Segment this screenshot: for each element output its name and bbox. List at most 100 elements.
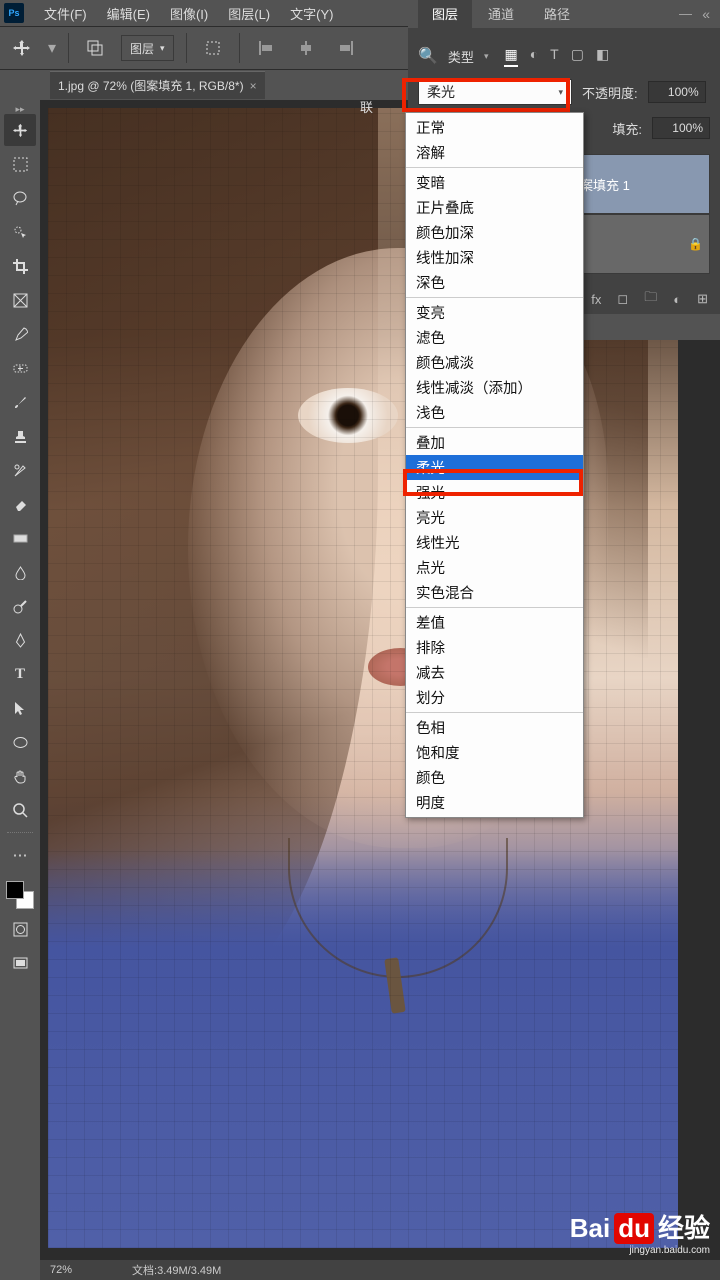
blend-mode-option[interactable]: 色相 (406, 715, 583, 740)
frame-tool[interactable] (4, 284, 36, 316)
quick-select-tool[interactable] (4, 216, 36, 248)
new-layer-icon[interactable]: ⊞ (697, 291, 708, 307)
lock-icon: 🔒 (688, 237, 703, 251)
app-logo: Ps (4, 3, 24, 23)
opacity-input[interactable] (648, 81, 706, 103)
type-tool[interactable]: T (4, 658, 36, 690)
eyedropper-tool[interactable] (4, 318, 36, 350)
separator (239, 33, 240, 63)
blend-mode-option[interactable]: 叠加 (406, 430, 583, 455)
blend-mode-option[interactable]: 柔光 (406, 455, 583, 480)
blend-mode-option[interactable]: 减去 (406, 660, 583, 685)
blend-mode-option[interactable]: 强光 (406, 480, 583, 505)
blend-mode-option[interactable]: 深色 (406, 270, 583, 295)
gradient-tool[interactable] (4, 522, 36, 554)
blend-mode-option[interactable]: 线性加深 (406, 245, 583, 270)
blend-mode-option[interactable]: 亮光 (406, 505, 583, 530)
pen-tool[interactable] (4, 624, 36, 656)
filter-type-icon[interactable]: T (550, 46, 559, 67)
dodge-tool[interactable] (4, 590, 36, 622)
auto-select-icon[interactable] (81, 34, 109, 62)
screen-mode-icon[interactable] (4, 947, 36, 979)
transform-controls-icon[interactable] (199, 34, 227, 62)
crop-tool[interactable] (4, 250, 36, 282)
blend-mode-option[interactable]: 颜色加深 (406, 220, 583, 245)
menu-item[interactable]: 文件(F) (34, 4, 97, 23)
quick-mask-icon[interactable] (4, 913, 36, 945)
filter-adjust-icon[interactable]: ◐ (530, 46, 538, 67)
zoom-level[interactable]: 72% (50, 1264, 72, 1276)
layer-select-dropdown[interactable]: 图层 ▾ (121, 35, 174, 61)
blend-mode-option[interactable]: 溶解 (406, 140, 583, 165)
separator (186, 33, 187, 63)
panel-tabs: 图层 通道 路径 (408, 0, 720, 28)
align-left-icon[interactable] (252, 34, 280, 62)
brush-tool[interactable] (4, 386, 36, 418)
close-icon[interactable]: × (250, 79, 257, 93)
layer-style-icon[interactable]: fx (591, 292, 601, 307)
menu-item[interactable]: 文字(Y) (280, 4, 343, 23)
move-tool[interactable] (4, 114, 36, 146)
blend-mode-select[interactable]: 柔光 ▾ (418, 79, 572, 105)
edit-toolbar-icon[interactable]: ⋯ (4, 839, 36, 871)
blend-mode-option[interactable]: 排除 (406, 635, 583, 660)
path-select-tool[interactable] (4, 692, 36, 724)
new-group-icon[interactable]: 🗀 (644, 288, 657, 310)
tab-channels[interactable]: 通道 (474, 0, 528, 28)
panel-minimize-icon[interactable]: — (679, 6, 692, 21)
history-brush-tool[interactable] (4, 454, 36, 486)
color-swatches[interactable] (4, 879, 36, 911)
layer-select-label: 图层 (130, 40, 154, 57)
status-bar: 72% 文档:3.49M/3.49M (40, 1260, 720, 1280)
filter-shape-icon[interactable]: ▢ (571, 46, 584, 67)
foreground-color[interactable] (6, 881, 24, 899)
align-right-icon[interactable] (332, 34, 360, 62)
tab-layers[interactable]: 图层 (418, 0, 472, 28)
blend-mode-option[interactable]: 点光 (406, 555, 583, 580)
move-tool-indicator[interactable] (8, 34, 36, 62)
menu-item[interactable]: 图层(L) (218, 4, 280, 23)
blend-mode-option[interactable]: 饱和度 (406, 740, 583, 765)
lasso-tool[interactable] (4, 182, 36, 214)
blend-mode-dropdown[interactable]: 正常溶解变暗正片叠底颜色加深线性加深深色变亮滤色颜色减淡线性减淡（添加）浅色叠加… (405, 112, 584, 818)
blur-tool[interactable] (4, 556, 36, 588)
stamp-tool[interactable] (4, 420, 36, 452)
blend-mode-option[interactable]: 实色混合 (406, 580, 583, 605)
healing-tool[interactable] (4, 352, 36, 384)
doc-size: 文档:3.49M/3.49M (132, 1262, 221, 1278)
blend-mode-option[interactable]: 颜色 (406, 765, 583, 790)
filter-smart-icon[interactable]: ◧ (596, 46, 609, 67)
blend-mode-option[interactable]: 划分 (406, 685, 583, 710)
blend-mode-option[interactable]: 线性光 (406, 530, 583, 555)
blend-mode-option[interactable]: 滤色 (406, 325, 583, 350)
document-tab-title: 1.jpg @ 72% (图案填充 1, RGB/8*) (58, 77, 244, 94)
new-adjustment-icon[interactable]: ◐ (673, 292, 681, 307)
shape-tool[interactable] (4, 726, 36, 758)
fill-input[interactable] (652, 117, 710, 139)
document-tab[interactable]: 1.jpg @ 72% (图案填充 1, RGB/8*) × (50, 71, 265, 99)
eraser-tool[interactable] (4, 488, 36, 520)
blend-mode-option[interactable]: 浅色 (406, 400, 583, 425)
watermark: Baidu 经验 jingyan.baidu.com (570, 1208, 710, 1256)
layer-mask-icon[interactable]: ◻ (617, 291, 628, 307)
align-center-h-icon[interactable] (292, 34, 320, 62)
menu-item[interactable]: 图像(I) (160, 4, 218, 23)
menu-item[interactable]: 编辑(E) (97, 4, 160, 23)
blend-mode-option[interactable]: 变亮 (406, 300, 583, 325)
blend-mode-option[interactable]: 线性减淡（添加） (406, 375, 583, 400)
context-label: 联 (360, 97, 373, 116)
tab-paths[interactable]: 路径 (530, 0, 584, 28)
blend-mode-option[interactable]: 明度 (406, 790, 583, 815)
blend-mode-option[interactable]: 正片叠底 (406, 195, 583, 220)
panel-collapse-icon[interactable]: « (702, 6, 710, 22)
blend-mode-option[interactable]: 变暗 (406, 170, 583, 195)
blend-mode-value: 柔光 (427, 82, 455, 102)
blend-mode-option[interactable]: 正常 (406, 115, 583, 140)
blend-mode-option[interactable]: 差值 (406, 610, 583, 635)
filter-pixel-icon[interactable]: ▦ (504, 46, 517, 67)
blend-mode-option[interactable]: 颜色减淡 (406, 350, 583, 375)
hand-tool[interactable] (4, 760, 36, 792)
marquee-tool[interactable] (4, 148, 36, 180)
separator (68, 33, 69, 63)
zoom-tool[interactable] (4, 794, 36, 826)
